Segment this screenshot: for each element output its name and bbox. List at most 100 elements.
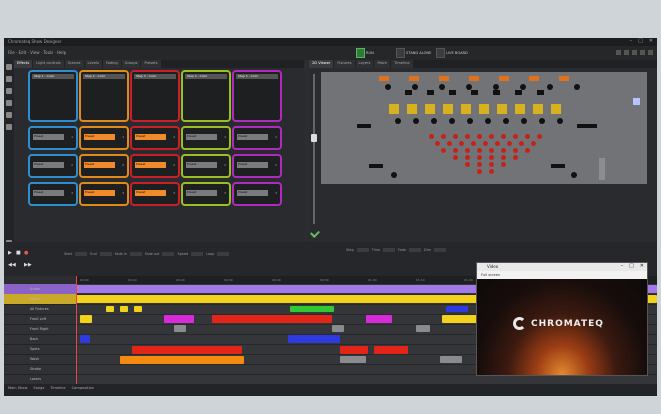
stop-button[interactable]: ■	[16, 250, 21, 256]
preset-pad[interactable]: Preset 3	[28, 182, 78, 206]
fixture-wash[interactable]	[407, 104, 417, 114]
fixture-spot[interactable]	[449, 118, 455, 124]
fixture-pixel[interactable]	[465, 148, 470, 153]
effect-clip[interactable]	[80, 335, 90, 343]
tab-songs[interactable]: Songs	[33, 386, 44, 390]
fixture-par[interactable]	[471, 90, 478, 95]
fixture-wash[interactable]	[425, 104, 435, 114]
rewind-button[interactable]: ◀◀	[8, 262, 16, 268]
fixture-blinder[interactable]	[551, 164, 565, 168]
fixture-truss[interactable]	[599, 158, 605, 180]
effect-clip[interactable]	[340, 356, 366, 363]
fade-out-field[interactable]	[162, 252, 175, 256]
preset-pad[interactable]: Preset 2	[181, 154, 231, 178]
effect-clip[interactable]	[120, 356, 244, 364]
fixture-pixel[interactable]	[465, 162, 470, 167]
fixture-pixel[interactable]	[501, 155, 506, 160]
fade-in-field[interactable]	[129, 252, 142, 256]
tab-groups[interactable]: Groups	[121, 60, 141, 68]
fixture-pixel[interactable]	[501, 148, 506, 153]
effect-clip[interactable]	[134, 306, 142, 312]
preview-maximize-button[interactable]: □	[629, 263, 634, 269]
tab-scenes[interactable]: Scenes	[64, 60, 84, 68]
play-button[interactable]: ▶	[8, 250, 12, 256]
effect-clip[interactable]	[164, 315, 194, 323]
fixture-led-bar[interactable]	[499, 76, 509, 81]
preset-pad[interactable]: Preset 1	[130, 126, 180, 150]
info-icon[interactable]	[648, 50, 653, 55]
fixture-pixel[interactable]	[435, 141, 440, 146]
preset-pad[interactable]: Preset 2	[232, 154, 282, 178]
tab-layers[interactable]: Layers	[355, 60, 374, 68]
fixture-led-bar[interactable]	[529, 76, 539, 81]
video-preview-window[interactable]: Video – □ ✕ Full screen CHROMATEQ	[476, 262, 648, 376]
fixture-led-bar[interactable]	[559, 76, 569, 81]
fixture-moving-head[interactable]	[574, 84, 580, 90]
fixture-spot[interactable]	[467, 118, 473, 124]
fixture-pixel[interactable]	[441, 148, 446, 153]
effect-clip[interactable]	[332, 325, 344, 332]
effect-clip[interactable]	[446, 306, 468, 312]
tab-patch[interactable]: Patch	[374, 60, 391, 68]
effect-clip[interactable]	[288, 335, 340, 343]
effect-pad[interactable]: Step 5 - Color	[232, 70, 282, 122]
preset-pad[interactable]: Preset 3	[130, 182, 180, 206]
fixture-selected[interactable]	[633, 98, 640, 105]
fixture-floor[interactable]	[391, 172, 397, 178]
effect-pad[interactable]: Step 3 - Color	[130, 70, 180, 122]
preview-menu[interactable]: Full screen	[481, 273, 500, 277]
tab-levels[interactable]: Levels	[84, 60, 102, 68]
fixture-pixel[interactable]	[453, 148, 458, 153]
preview-close-button[interactable]: ✕	[640, 263, 644, 269]
fixture-spot[interactable]	[431, 118, 437, 124]
tab-main-show[interactable]: Main Show	[8, 386, 27, 390]
fixture-spot[interactable]	[485, 118, 491, 124]
speed-field[interactable]	[191, 252, 204, 256]
fixture-side[interactable]	[583, 124, 597, 128]
fixture-par[interactable]	[449, 90, 456, 95]
fixture-par[interactable]	[515, 90, 522, 95]
fixture-par[interactable]	[405, 90, 412, 95]
fixture-wash[interactable]	[389, 104, 399, 114]
effect-clip[interactable]	[212, 315, 332, 323]
dim-field[interactable]	[433, 248, 446, 252]
tab-timeline-bottom[interactable]: Timeline	[50, 386, 65, 390]
effect-clip[interactable]	[416, 325, 430, 332]
fixture-pixel[interactable]	[477, 148, 482, 153]
fixture-pixel[interactable]	[513, 148, 518, 153]
fixture-pixel[interactable]	[525, 134, 530, 139]
end-field[interactable]	[99, 252, 112, 256]
effect-clip[interactable]	[80, 315, 92, 323]
fixture-moving-head[interactable]	[439, 84, 445, 90]
run-button[interactable]: RUN	[356, 48, 374, 58]
fixture-pixel[interactable]	[441, 134, 446, 139]
fixture-led-bar[interactable]	[409, 76, 419, 81]
fixture-spot[interactable]	[503, 118, 509, 124]
step-field[interactable]	[356, 248, 369, 252]
fixture-moving-head[interactable]	[385, 84, 391, 90]
preset-pad[interactable]: Preset 1	[181, 126, 231, 150]
fixture-spot[interactable]	[521, 118, 527, 124]
fixture-pixel[interactable]	[513, 134, 518, 139]
stage-2d-view[interactable]	[321, 72, 647, 184]
effect-clip[interactable]	[132, 346, 242, 354]
effect-clip[interactable]	[174, 325, 186, 332]
maximize-button[interactable]: □	[638, 38, 643, 44]
tab-light-controls[interactable]: Light controls	[33, 60, 64, 68]
playhead[interactable]	[76, 276, 77, 384]
fixture-wash[interactable]	[461, 104, 471, 114]
fader-knob[interactable]	[311, 134, 317, 142]
fixture-pixel[interactable]	[477, 162, 482, 167]
fixture-pixel[interactable]	[501, 134, 506, 139]
preset-pad[interactable]: Preset 2	[28, 154, 78, 178]
fixture-par[interactable]	[427, 90, 434, 95]
fixture-pixel[interactable]	[489, 134, 494, 139]
fixture-spot[interactable]	[557, 118, 563, 124]
brush-icon[interactable]	[6, 76, 12, 82]
fixture-spot[interactable]	[539, 118, 545, 124]
fixture-bar-left[interactable]	[357, 124, 371, 128]
fixture-pixel[interactable]	[477, 169, 482, 174]
fixture-pixel[interactable]	[465, 155, 470, 160]
fixture-pixel[interactable]	[465, 134, 470, 139]
record-button[interactable]: ●	[24, 250, 28, 256]
